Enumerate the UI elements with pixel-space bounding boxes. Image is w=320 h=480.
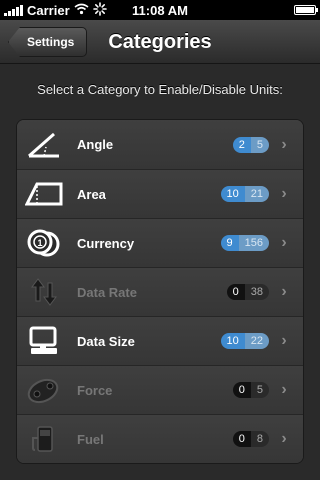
angle-icon bbox=[25, 130, 63, 160]
chevron-right-icon: › bbox=[281, 430, 287, 447]
list-item-fuel[interactable]: Fuel 0 8 › bbox=[17, 414, 303, 463]
chevron-right-icon: › bbox=[281, 185, 287, 202]
coins-icon: 1 bbox=[25, 228, 63, 258]
carrier-label: Carrier bbox=[27, 2, 70, 18]
category-label: Force bbox=[77, 382, 113, 398]
category-label: Data Rate bbox=[77, 284, 137, 300]
total-count: 22 bbox=[244, 333, 269, 349]
total-count: 21 bbox=[244, 186, 269, 202]
enabled-count: 0 bbox=[226, 284, 245, 300]
unit-count-badge: 9 156 bbox=[220, 235, 269, 251]
unit-count-badge: 10 22 bbox=[220, 333, 269, 349]
computer-icon bbox=[25, 326, 63, 356]
total-count: 156 bbox=[238, 235, 269, 251]
enabled-count: 9 bbox=[220, 235, 239, 251]
unit-count-badge: 0 8 bbox=[232, 431, 269, 447]
category-label: Currency bbox=[77, 235, 135, 251]
enabled-count: 2 bbox=[232, 136, 251, 153]
unit-count-badge: 0 38 bbox=[226, 284, 269, 300]
navigation-bar: Settings Categories bbox=[0, 20, 320, 64]
category-label: Area bbox=[77, 186, 106, 202]
category-label: Angle bbox=[77, 137, 114, 152]
category-label: Data Size bbox=[77, 333, 135, 349]
total-count: 5 bbox=[250, 136, 269, 153]
fuel-pump-icon bbox=[25, 424, 63, 454]
chevron-right-icon: › bbox=[281, 283, 287, 300]
enabled-count: 10 bbox=[220, 333, 245, 349]
list-item-angle[interactable]: Angle 2 5 › bbox=[17, 120, 303, 169]
total-count: 38 bbox=[244, 284, 269, 300]
enabled-count: 10 bbox=[220, 186, 245, 202]
activity-spinner-icon bbox=[92, 1, 107, 19]
unit-count-badge: 10 21 bbox=[220, 186, 269, 202]
transfer-arrows-icon bbox=[25, 277, 63, 307]
instruction-text: Select a Category to Enable/Disable Unit… bbox=[37, 82, 283, 97]
list-item-area[interactable]: Area 10 21 › bbox=[17, 169, 303, 218]
battery-icon bbox=[294, 5, 318, 15]
enabled-count: 0 bbox=[232, 431, 251, 447]
svg-text:1: 1 bbox=[37, 238, 42, 248]
total-count: 5 bbox=[250, 382, 269, 398]
list-item-data-rate[interactable]: Data Rate 0 38 › bbox=[17, 267, 303, 316]
category-label: Fuel bbox=[77, 431, 104, 447]
status-bar: Carrier 11:08 AM bbox=[0, 0, 320, 20]
list-item-data-size[interactable]: Data Size 10 22 › bbox=[17, 316, 303, 365]
weight-icon bbox=[25, 375, 63, 405]
unit-count-badge: 2 5 bbox=[232, 136, 269, 153]
unit-count-badge: 0 5 bbox=[232, 382, 269, 398]
chevron-right-icon: › bbox=[281, 381, 287, 398]
chevron-right-icon: › bbox=[281, 234, 287, 251]
page-title: Categories bbox=[108, 30, 212, 53]
list-item-currency[interactable]: 1 Currency 9 156 › bbox=[17, 218, 303, 267]
total-count: 8 bbox=[250, 431, 269, 447]
signal-icon bbox=[4, 4, 23, 16]
category-list: Angle 2 5 › Area 10 21 › 1 Currency 9 15… bbox=[16, 119, 304, 464]
chevron-right-icon: › bbox=[281, 135, 287, 153]
list-item-force[interactable]: Force 0 5 › bbox=[17, 365, 303, 414]
enabled-count: 0 bbox=[232, 382, 251, 398]
chevron-right-icon: › bbox=[281, 332, 287, 349]
area-icon bbox=[25, 179, 63, 209]
wifi-icon bbox=[74, 3, 89, 18]
